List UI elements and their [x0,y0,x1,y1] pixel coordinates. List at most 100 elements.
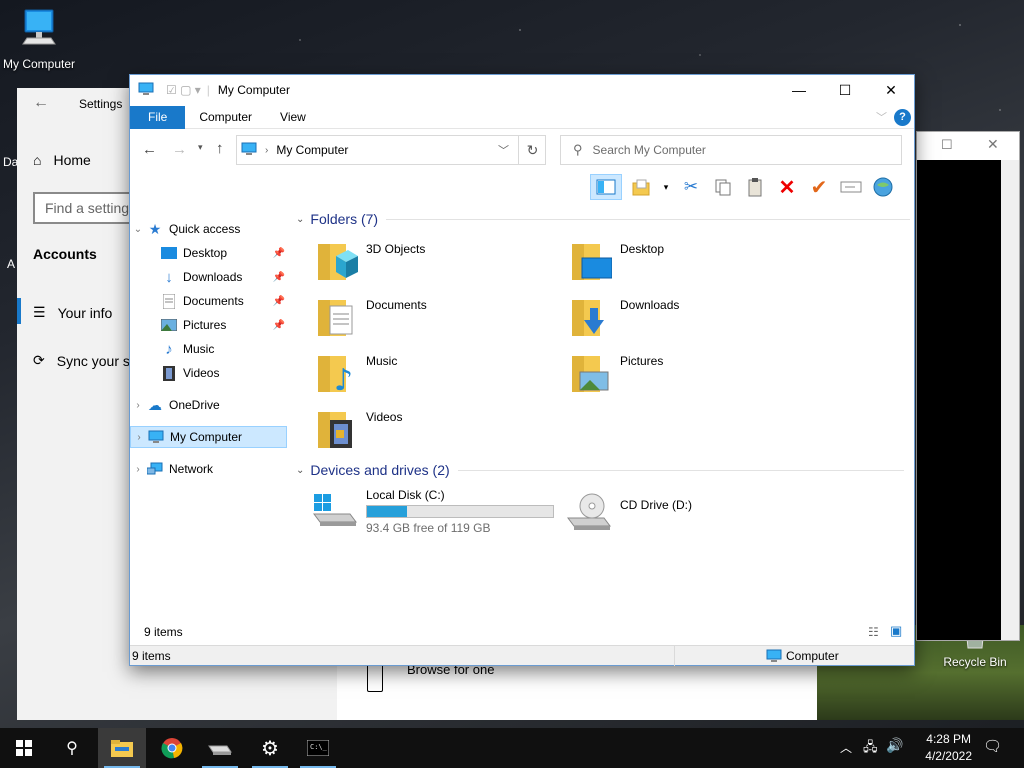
drive-label: CD Drive (D:) [620,498,692,512]
taskbar-file-explorer[interactable] [98,728,146,768]
quick-access-toolbar[interactable]: ☑ ▢ ▾ [166,83,201,97]
tab-view[interactable]: View [266,106,320,129]
settings-section-title: Accounts [33,246,97,262]
folder-label: Downloads [620,298,680,312]
network-tray-icon[interactable]: 🖧 [863,738,878,760]
chrome-icon [161,738,183,759]
address-text: My Computer [276,143,349,157]
toolbar: ▾ ✂ ✕ ✔ [590,172,914,202]
settings-item-your-info[interactable]: ☰ Your info [33,304,112,321]
nav-documents[interactable]: Documents 📌 [130,290,287,312]
notification-icon[interactable]: 🗨 [983,737,1002,755]
computer-small-icon [147,429,165,445]
title-bar[interactable]: ☑ ▢ ▾ | My Computer — ☐ ✕ [130,75,914,105]
chevron-right-icon[interactable]: › [130,464,146,475]
windows-drive-icon [313,494,357,526]
folder-label: Documents [366,298,427,312]
new-dropdown-icon[interactable]: ▾ [660,174,672,200]
refresh-button[interactable]: ↻ [518,135,546,165]
sync-icon: ⟳ [33,352,45,368]
desktop-icon-label: My Computer [2,57,76,71]
search-button[interactable]: ⚲ [48,728,96,768]
chevron-right-icon[interactable]: › [131,432,147,443]
large-icons-view-icon[interactable]: ▣ [890,623,902,639]
start-button[interactable] [0,728,48,768]
up-icon[interactable]: ↑ [216,140,224,157]
folder-documents[interactable]: Documents [314,294,427,338]
details-view-icon[interactable]: ☷ [868,625,879,639]
pin-icon: 📌 [272,271,285,283]
drives-group-header[interactable]: ⌄ Devices and drives (2) [296,462,904,478]
folders-group-header[interactable]: ⌄ Folders (7) [296,211,911,227]
close-button[interactable]: ✕ [868,75,914,105]
nav-label: Videos [183,366,220,380]
show-hidden-icons[interactable]: ︿ [840,739,852,756]
cd-drive-icon [567,493,611,530]
chevron-down-icon[interactable]: ⌄ [130,224,146,235]
maximize-icon[interactable]: ☐ [941,137,953,153]
rename-icon[interactable] [838,174,864,200]
folder-pictures[interactable]: Pictures [568,350,663,394]
nav-onedrive[interactable]: › ☁ OneDrive [130,394,287,416]
settings-item-label: Sync your s [56,352,130,369]
nav-network[interactable]: › Network [130,458,287,480]
clock[interactable]: 4:28 PM 4/2/2022 [925,731,972,765]
nav-desktop[interactable]: Desktop 📌 [130,242,287,264]
taskbar-terminal[interactable]: C:\_ [294,728,342,768]
clock-date: 4/2/2022 [925,749,972,763]
nav-videos[interactable]: Videos [130,362,287,384]
drive-d[interactable]: CD Drive (D:) [564,492,692,532]
folder-desktop[interactable]: Desktop [568,238,664,282]
help-icon[interactable]: ? [894,109,911,126]
taskbar-chrome[interactable] [148,728,196,768]
window-title: My Computer [217,83,290,97]
chevron-right-icon[interactable]: › [130,400,146,411]
nav-pictures[interactable]: Pictures 📌 [130,314,287,336]
paste-icon[interactable] [742,174,768,200]
recent-locations-icon[interactable]: ▾ [198,142,203,153]
chevron-down-icon[interactable]: ﹀ [876,109,887,125]
delete-icon[interactable]: ✕ [774,174,800,200]
nav-my-computer[interactable]: › My Computer [130,426,287,448]
folder-3d-objects[interactable]: 3D Objects [314,238,425,282]
back-arrow-icon[interactable]: ← [33,94,49,112]
collapse-chevron-icon[interactable]: ⌄ [296,465,304,476]
group-title: Folders (7) [310,211,379,227]
tab-computer[interactable]: Computer [185,106,266,129]
nav-music[interactable]: ♪ Music [130,338,287,360]
nav-downloads[interactable]: ↓ Downloads 📌 [130,266,287,288]
desktop-icon-my-computer[interactable]: My Computer [0,8,78,71]
minimize-button[interactable]: — [776,75,822,105]
address-bar[interactable]: › My Computer ﹀ [236,135,546,165]
settings-item-sync[interactable]: ⟳ Sync your s [33,352,130,369]
maximize-button[interactable]: ☐ [822,75,868,105]
copy-icon[interactable] [710,174,736,200]
folder-music[interactable]: ♪ Music [314,350,397,394]
nav-quick-access[interactable]: ⌄ ★ Quick access [130,218,287,240]
cloud-icon: ☁ [148,396,162,413]
taskbar-drive[interactable] [196,728,244,768]
cut-icon[interactable]: ✂ [678,174,704,200]
new-folder-icon[interactable] [628,174,654,200]
music-note-icon: ♪ [165,340,173,358]
ribbon-tabs: File Computer View ﹀ ? [130,106,914,129]
folder-videos[interactable]: Videos [314,406,402,450]
address-dropdown-icon[interactable]: ﹀ [498,142,509,158]
scrollbar[interactable] [1001,160,1019,640]
svg-text:C:\_: C:\_ [310,743,328,751]
collapse-chevron-icon[interactable]: ⌄ [296,214,304,225]
check-icon[interactable]: ✔ [806,174,832,200]
volume-icon[interactable]: 🔊 [886,737,903,754]
tab-file[interactable]: File [130,106,186,129]
search-input[interactable]: ⚲ Search My Computer [560,135,902,165]
taskbar-settings[interactable]: ⚙ [246,728,294,768]
drive-c[interactable]: Local Disk (C:) 93.4 GB free of 119 GB [310,488,554,535]
forward-icon[interactable]: → [172,141,187,158]
folder-downloads[interactable]: Downloads [568,294,679,338]
properties-globe-icon[interactable] [870,174,896,200]
back-icon[interactable]: ← [142,141,157,158]
settings-home[interactable]: ⌂ Home [33,152,91,168]
status-location-label: Computer [786,649,839,663]
preview-pane-icon[interactable] [590,174,622,200]
close-icon[interactable]: ✕ [987,136,999,153]
